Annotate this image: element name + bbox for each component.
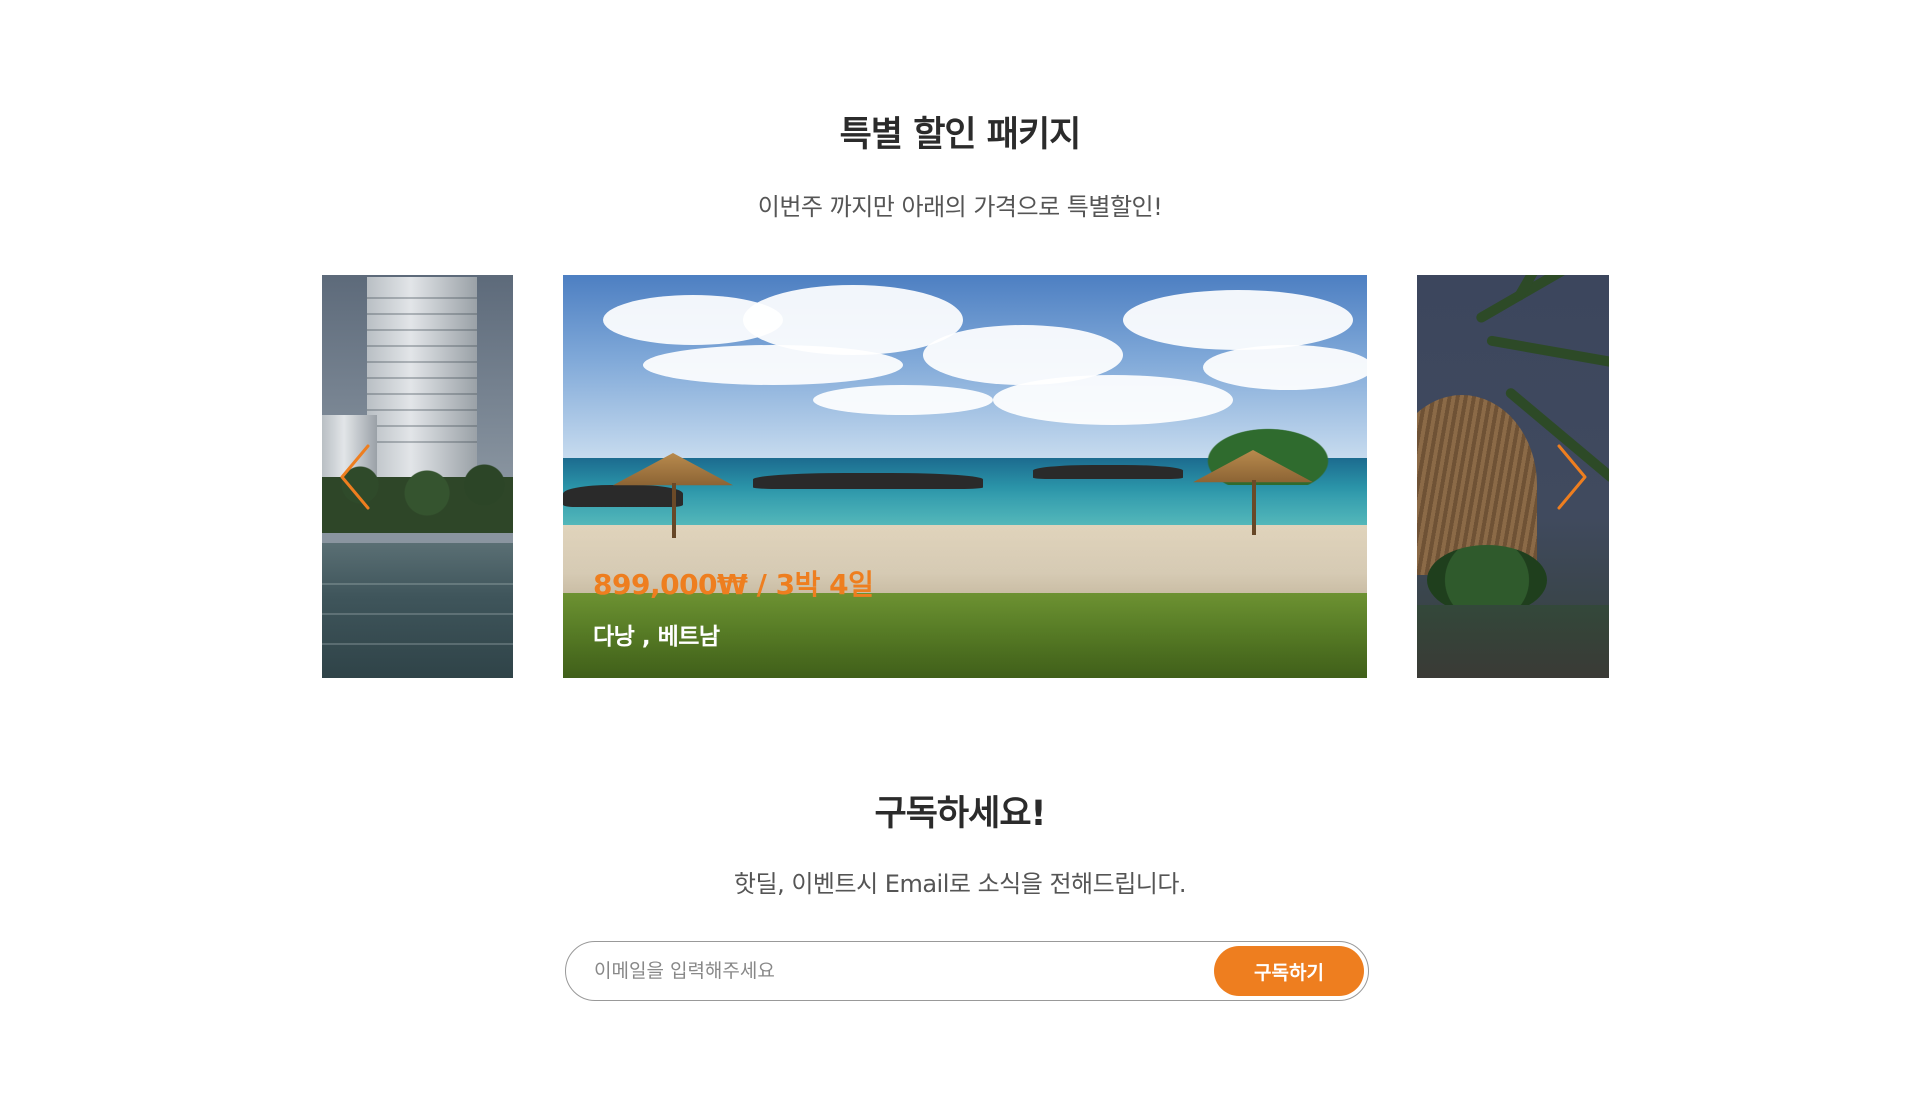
lagoon-water	[322, 543, 513, 678]
subscribe-form: 구독하기	[565, 941, 1369, 1001]
subscribe-description: 핫딜, 이벤트시 Email로 소식을 전해드립니다.	[733, 870, 1187, 898]
page: 특별 할인 패키지 이번주 까지만 아래의 가격으로 특별할인! 899,000…	[0, 0, 1920, 1096]
packages-subtitle: 이번주 까지만 아래의 가격으로 특별할인!	[757, 193, 1163, 221]
hotel-tower	[367, 277, 477, 477]
carousel-next-button[interactable]	[1551, 442, 1591, 512]
chevron-left-icon	[340, 444, 370, 510]
package-price: 899,000₩ / 3박 4일	[593, 568, 874, 601]
subscribe-title: 구독하세요!	[874, 794, 1047, 834]
packages-title: 특별 할인 패키지	[839, 115, 1082, 155]
carousel-slide-active[interactable]: 899,000₩ / 3박 4일 다낭 , 베트남	[563, 275, 1367, 678]
package-destination: 다낭 , 베트남	[593, 624, 720, 650]
chevron-right-icon	[1557, 444, 1587, 510]
carousel-prev-button[interactable]	[336, 442, 376, 512]
subscribe-button[interactable]: 구독하기	[1214, 946, 1364, 996]
email-field[interactable]	[594, 942, 1174, 999]
